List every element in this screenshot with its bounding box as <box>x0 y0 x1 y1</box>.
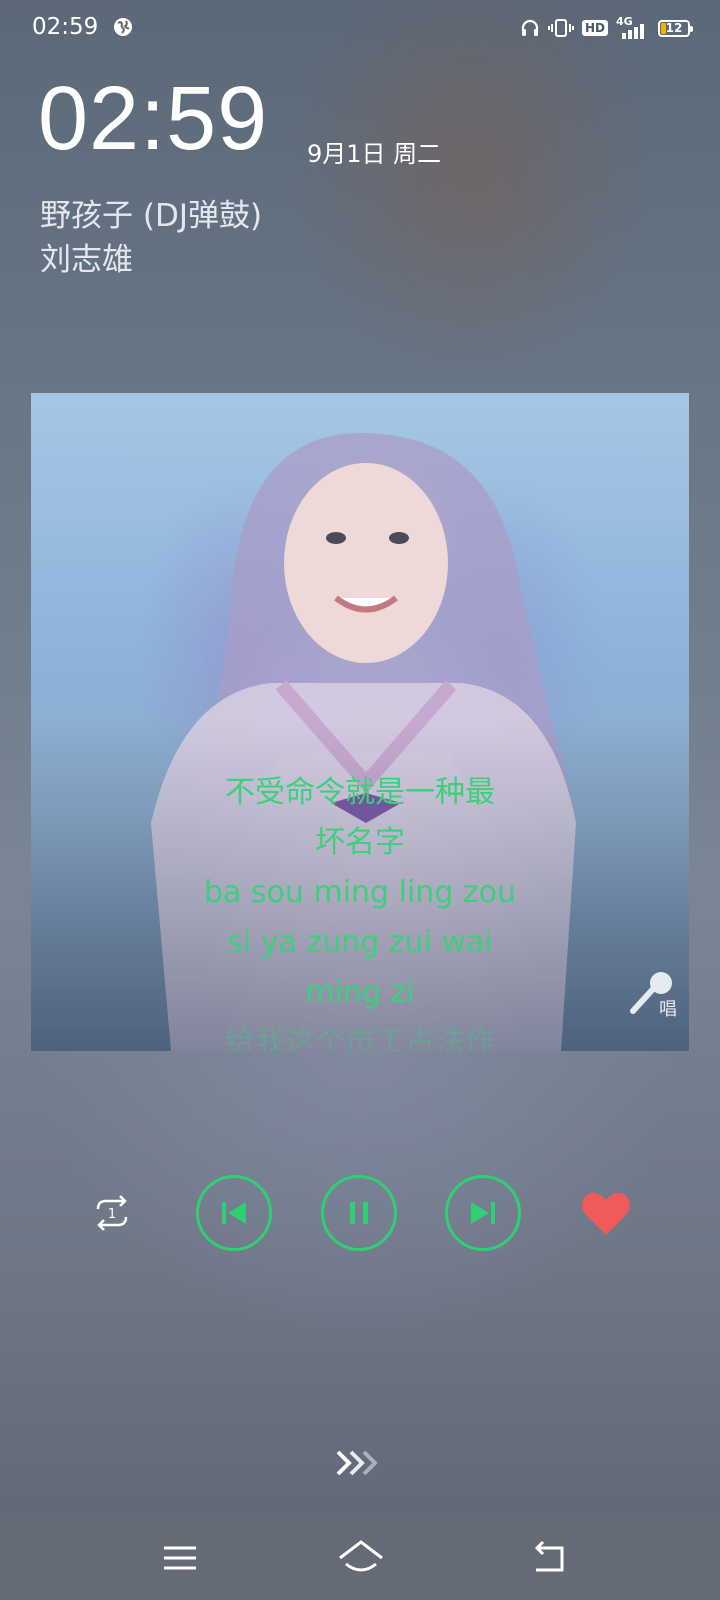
lyrics-panel: 不受命令就是一种最 坏名字 ba sou ming ling zou si ya… <box>31 768 689 1051</box>
status-time: 02:59 <box>32 14 99 40</box>
vibrate-icon <box>547 19 574 37</box>
status-bar: 02:59 HD 4G 12 <box>0 0 720 56</box>
lyric-line: 不受命令就是一种最 <box>225 775 495 810</box>
playback-controls: 1 <box>0 1175 720 1255</box>
sing-label[interactable]: 唱 <box>659 995 677 1021</box>
song-title: 野孩子 (DJ弹鼓) <box>40 198 263 234</box>
lyric-line: 坏名字 <box>315 825 405 860</box>
status-icons: HD 4G 12 <box>520 14 693 42</box>
lyric-line: ming zi <box>305 975 415 1010</box>
repeat-count: 1 <box>108 1207 116 1222</box>
signal-icon: 4G <box>616 15 650 41</box>
pause-icon <box>350 1202 368 1224</box>
navigation-bar <box>0 1514 720 1600</box>
next-button[interactable] <box>445 1175 521 1251</box>
battery-level: 12 <box>665 20 683 35</box>
skip-next-icon <box>471 1202 495 1224</box>
album-cover[interactable]: 不受命令就是一种最 坏名字 ba sou ming ling zou si ya… <box>31 393 689 1051</box>
pause-button[interactable] <box>321 1175 397 1251</box>
previous-button[interactable] <box>196 1175 272 1251</box>
heart-icon[interactable] <box>580 1189 632 1237</box>
skip-previous-icon <box>222 1202 246 1224</box>
globe-icon <box>114 18 132 36</box>
lockscreen-date: 9月1日 周二 <box>307 140 442 168</box>
repeat-one-icon[interactable]: 1 <box>88 1189 136 1237</box>
menu-icon[interactable] <box>158 1536 202 1580</box>
lockscreen-clock: 02:59 <box>38 69 269 169</box>
lyric-line-next: 给我这个市工占法作 <box>225 1025 495 1051</box>
back-icon[interactable] <box>528 1536 572 1580</box>
chevron-right-icon <box>336 1450 378 1476</box>
lyric-line: ba sou ming ling zou <box>203 875 517 910</box>
battery-icon: 12 <box>658 19 693 37</box>
headphones-icon <box>521 19 539 36</box>
song-artist: 刘志雄 <box>40 242 133 278</box>
hd-badge: HD <box>581 20 608 36</box>
lyric-line: si ya zung zui wai <box>227 925 493 960</box>
home-icon[interactable] <box>336 1536 386 1580</box>
